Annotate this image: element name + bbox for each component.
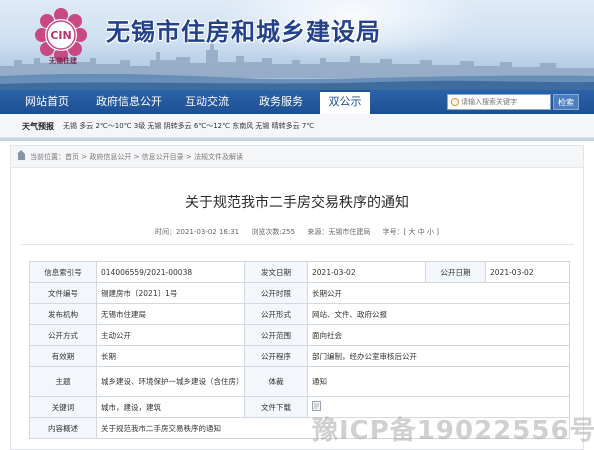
label-genre: 体裁: [244, 366, 308, 397]
value-index-number: 014006559/2021-00038: [96, 261, 245, 283]
breadcrumb-path[interactable]: 当前位置：首页 > 政府信息公开 > 信息公开目录 > 法规文件及解读: [30, 146, 243, 168]
logo-letters: CIN: [50, 29, 71, 42]
search-box: [447, 94, 551, 110]
label-issue-date: 发文日期: [244, 261, 308, 283]
document-title: 关于规范我市二手房交易秩序的通知: [185, 195, 409, 211]
value-disclosure-period: 长期公开: [307, 282, 570, 304]
logo-script-text: 无锡住建: [49, 56, 77, 65]
value-validity: 长期: [96, 345, 245, 367]
nav-item-double-publicity[interactable]: 双公示: [320, 90, 370, 114]
table-row: 有效期 长期 公开程序 部门编制，经办公室审核后公开: [29, 345, 570, 367]
label-file-download: 文件下载: [244, 396, 308, 418]
watermark: 豫ICP备19022556号-2: [312, 416, 594, 446]
search-button[interactable]: 检索: [553, 94, 579, 110]
site-banner: CIN 无锡住建 无锡市住房和城乡建设局: [0, 0, 594, 90]
value-publish-date: 2021-03-02: [485, 261, 570, 283]
search-input[interactable]: [461, 95, 549, 109]
label-disclosure-scope: 公开范围: [244, 324, 308, 346]
view-count: 浏览次数:255: [251, 228, 296, 236]
nav-item-gov-info[interactable]: 政府信息公开: [90, 90, 168, 114]
label-keywords: 关键词: [29, 396, 97, 418]
document-meta: 时间：2021-03-02 16:31 浏览次数:255 来源：无锡市住建局 字…: [11, 227, 583, 237]
divider: [0, 138, 594, 141]
label-disclosure-method: 公开方式: [29, 324, 97, 346]
table-row: 信息索引号 014006559/2021-00038 发文日期 2021-03-…: [29, 261, 570, 283]
table-row: 公开方式 主动公开 公开范围 面向社会: [29, 324, 570, 346]
divider: [20, 244, 574, 245]
value-disclosure-form: 网站、文件、政府公报: [307, 303, 570, 325]
value-issue-date: 2021-03-02: [307, 261, 426, 283]
content-panel: 当前位置：首页 > 政府信息公开 > 信息公开目录 > 法规文件及解读 关于规范…: [10, 145, 584, 450]
label-disclosure-procedure: 公开程序: [244, 345, 308, 367]
breadcrumb: 当前位置：首页 > 政府信息公开 > 信息公开目录 > 法规文件及解读: [11, 146, 583, 168]
label-validity: 有效期: [29, 345, 97, 367]
label-disclosure-form: 公开形式: [244, 303, 308, 325]
value-disclosure-method: 主动公开: [96, 324, 245, 346]
nav-item-services[interactable]: 政务服务: [250, 90, 312, 114]
weather-bar: 天气预报 无锡 多云 2℃～10℃ 3级 无锡 阴转多云 6℃～12℃ 东南风 …: [0, 114, 594, 138]
value-topic: 城乡建设、环境保护一城乡建设（含住房）: [96, 366, 245, 397]
value-disclosure-procedure: 部门编制，经办公室审核后公开: [307, 345, 570, 367]
font-size-switch[interactable]: 字号：[ 大 中 小 ]: [383, 228, 439, 236]
weather-forecast: 无锡 多云 2℃～10℃ 3级 无锡 阴转多云 6℃～12℃ 东南风 无锡 晴转…: [63, 122, 315, 130]
value-disclosure-scope: 面向社会: [307, 324, 570, 346]
label-file-number: 文件编号: [29, 282, 97, 304]
search-icon: [451, 98, 459, 106]
table-row: 发布机构 无锡市住建局 公开形式 网站、文件、政府公报: [29, 303, 570, 325]
label-index-number: 信息索引号: [29, 261, 97, 283]
weather-label: 天气预报: [22, 121, 54, 131]
document-source: 来源：无锡市住建局: [307, 228, 371, 236]
label-summary: 内容概述: [29, 417, 97, 439]
home-icon: [17, 150, 25, 160]
value-issuing-agency: 无锡市住建局: [96, 303, 245, 325]
label-topic: 主题: [29, 366, 97, 397]
label-disclosure-period: 公开时限: [244, 282, 308, 304]
nav-item-home[interactable]: 网站首页: [17, 90, 77, 114]
label-issuing-agency: 发布机构: [29, 303, 97, 325]
value-file-number: 锡建房市〔2021〕1号: [96, 282, 245, 304]
value-genre: 通知: [307, 366, 570, 397]
table-row: 主题 城乡建设、环境保护一城乡建设（含住房） 体裁 通知: [29, 366, 570, 397]
publish-time: 时间：2021-03-02 16:31: [155, 228, 240, 236]
site-title: 无锡市住房和城乡建设局: [106, 17, 381, 46]
nav-item-interaction[interactable]: 互动交流: [168, 90, 246, 114]
value-keywords: 城市，建设，建筑: [96, 396, 245, 418]
label-publish-date: 公开日期: [425, 261, 486, 283]
table-row: 文件编号 锡建房市〔2021〕1号 公开时限 长期公开: [29, 282, 570, 304]
